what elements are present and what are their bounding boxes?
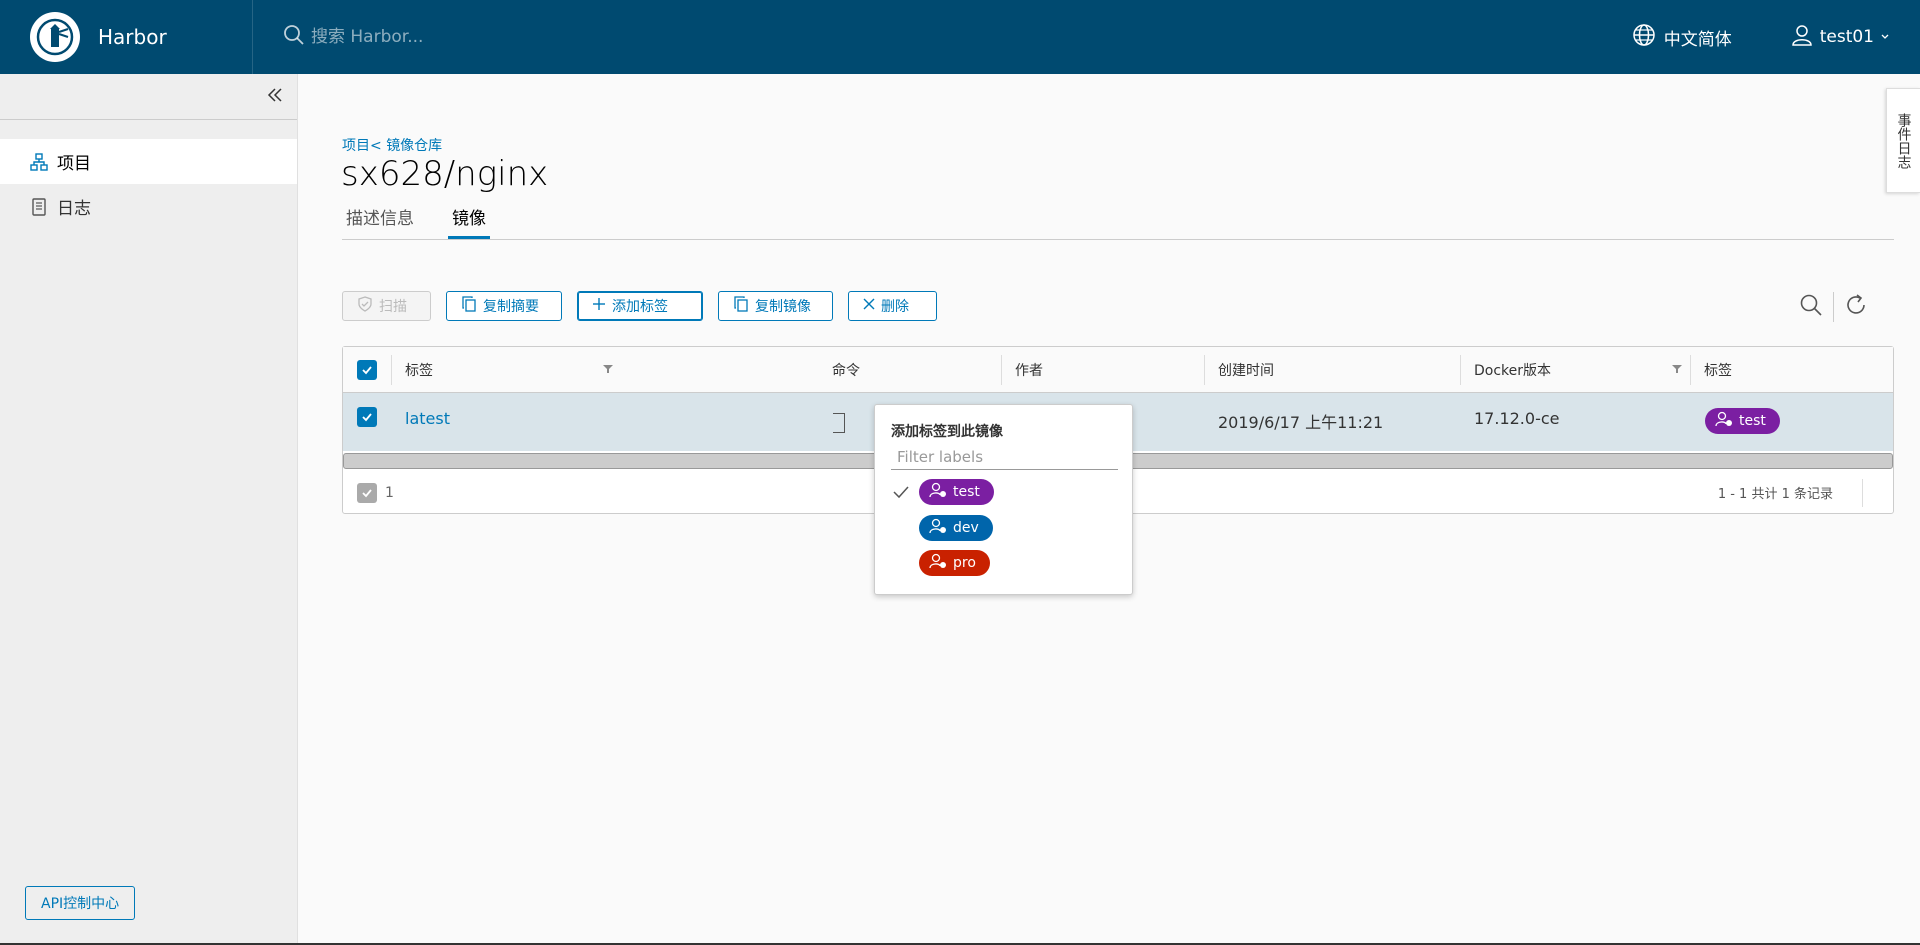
command-copy-icon[interactable] <box>833 413 845 433</box>
row-checkbox[interactable] <box>357 407 377 427</box>
toolbar: 扫描 复制摘要 添加标签 复制镜像 删除 <box>342 291 937 321</box>
sidebar-item-label: 日志 <box>57 199 91 219</box>
plus-icon <box>592 297 606 315</box>
user-gear-icon <box>1715 411 1733 431</box>
sidebar-item-projects[interactable]: 项目 <box>0 139 297 184</box>
selected-count: 1 <box>385 484 394 501</box>
chevron-down-icon <box>1880 27 1890 47</box>
user-menu[interactable]: test01 <box>1752 23 1920 52</box>
sidebar: 项目 日志 API控制中心 <box>0 74 298 945</box>
brand-name: Harbor <box>98 25 167 49</box>
user-gear-icon <box>929 553 947 573</box>
delete-button[interactable]: 删除 <box>848 291 937 321</box>
copy-digest-button[interactable]: 复制摘要 <box>446 291 562 321</box>
copy-icon <box>733 296 749 316</box>
add-label-button[interactable]: 添加标签 <box>577 291 703 321</box>
label-option-test[interactable]: test <box>891 479 994 505</box>
event-log-tab[interactable]: 事件日志 <box>1886 88 1920 193</box>
column-header-command[interactable]: 命令 <box>818 347 860 393</box>
filter-icon[interactable] <box>603 362 613 378</box>
copy-icon <box>461 296 477 316</box>
divider <box>1862 479 1863 507</box>
column-label: Docker版本 <box>1474 363 1552 379</box>
global-search[interactable] <box>283 24 611 50</box>
tab-images[interactable]: 镜像 <box>448 196 490 239</box>
docker-version-cell: 17.12.0-ce <box>1474 409 1560 428</box>
copy-image-label: 复制镜像 <box>755 299 811 315</box>
column-header-author[interactable]: 作者 <box>1001 347 1043 393</box>
filter-icon[interactable] <box>1672 362 1682 378</box>
shield-check-icon <box>357 296 373 316</box>
column-label: 创建时间 <box>1218 363 1274 379</box>
select-all-checkbox[interactable] <box>357 360 377 380</box>
page-title: sx628/nginx <box>341 154 549 194</box>
user-gear-icon <box>929 482 947 502</box>
add-label-dropdown: 添加标签到此镜像 test dev pro <box>874 404 1133 595</box>
check-icon <box>891 482 911 502</box>
double-chevron-left-icon <box>267 87 283 107</box>
created-cell: 2019/6/17 上午11:21 <box>1218 413 1384 432</box>
select-all-checkbox-cell <box>343 347 377 393</box>
label-name: dev <box>953 520 979 536</box>
label-option-pro[interactable]: pro <box>891 550 990 576</box>
collapse-sidebar-button[interactable] <box>0 74 297 120</box>
username: test01 <box>1819 27 1874 47</box>
scan-button[interactable]: 扫描 <box>342 291 431 321</box>
main-content: 项目< 镜像仓库 sx628/nginx 描述信息 镜像 扫描 复制摘要 添加标… <box>298 74 1920 945</box>
scan-label: 扫描 <box>379 299 407 315</box>
label-option-dev[interactable]: dev <box>891 515 993 541</box>
breadcrumb-separator: < <box>370 138 382 154</box>
filter-labels-input[interactable] <box>891 444 1118 470</box>
search-input[interactable] <box>311 27 611 47</box>
column-label: 作者 <box>1015 363 1043 379</box>
divider <box>1833 292 1834 322</box>
globe-icon <box>1632 23 1656 52</box>
footer-checkbox <box>357 482 377 503</box>
sidebar-item-logs[interactable]: 日志 <box>0 184 297 229</box>
column-label: 命令 <box>832 363 860 379</box>
user-icon <box>1790 23 1814 52</box>
delete-label: 删除 <box>881 299 909 315</box>
tag-link[interactable]: latest <box>405 409 450 428</box>
column-header-created[interactable]: 创建时间 <box>1204 347 1274 393</box>
search-icon[interactable] <box>1799 293 1823 321</box>
close-icon <box>863 298 875 314</box>
breadcrumb: 项目< 镜像仓库 <box>342 135 442 155</box>
pagination-text: 1 - 1 共计 1 条记录 <box>1717 487 1833 502</box>
add-label-label: 添加标签 <box>612 299 668 315</box>
sidebar-item-label: 项目 <box>57 154 91 174</box>
label-name: test <box>953 484 980 500</box>
user-gear-icon <box>929 518 947 538</box>
top-header: Harbor 中文简体 test01 <box>0 0 1920 74</box>
label-badge: dev <box>919 515 993 541</box>
tab-description[interactable]: 描述信息 <box>342 196 418 239</box>
table-header: 标签 命令 作者 创建时间 Docker版本 标签 <box>343 347 1893 393</box>
language-label: 中文简体 <box>1663 29 1732 50</box>
column-label: 标签 <box>405 363 433 379</box>
breadcrumb-repo-link[interactable]: 镜像仓库 <box>386 138 442 154</box>
label-badge: pro <box>919 550 990 576</box>
column-label: 标签 <box>1704 363 1732 379</box>
log-icon <box>30 197 48 216</box>
project-icon <box>30 152 48 171</box>
brand[interactable]: Harbor <box>0 0 253 74</box>
search-icon <box>283 24 305 50</box>
breadcrumb-project-link[interactable]: 项目 <box>342 138 370 154</box>
row-label-badge: test <box>1705 408 1780 434</box>
label-name: test <box>1739 413 1766 429</box>
harbor-logo-icon <box>30 12 80 62</box>
tab-bar: 描述信息 镜像 <box>342 196 1894 240</box>
copy-digest-label: 复制摘要 <box>483 299 539 315</box>
copy-image-button[interactable]: 复制镜像 <box>718 291 833 321</box>
label-name: pro <box>953 555 976 571</box>
refresh-icon[interactable] <box>1844 293 1868 321</box>
label-badge: test <box>919 479 994 505</box>
column-header-docker-version[interactable]: Docker版本 <box>1460 347 1690 393</box>
dropdown-title: 添加标签到此镜像 <box>891 424 1003 440</box>
language-selector[interactable]: 中文简体 <box>1612 23 1752 52</box>
column-header-labels[interactable]: 标签 <box>1690 347 1732 393</box>
table-tools <box>1799 292 1868 322</box>
api-center-button[interactable]: API控制中心 <box>25 886 136 920</box>
column-header-tag[interactable]: 标签 <box>391 347 621 393</box>
